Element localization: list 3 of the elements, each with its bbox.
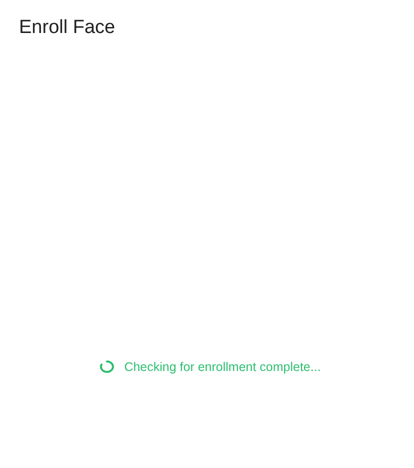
status-message: Checking for enrollment complete... xyxy=(124,359,321,376)
loading-spinner-icon xyxy=(99,360,116,374)
page-title: Enroll Face xyxy=(19,16,116,40)
